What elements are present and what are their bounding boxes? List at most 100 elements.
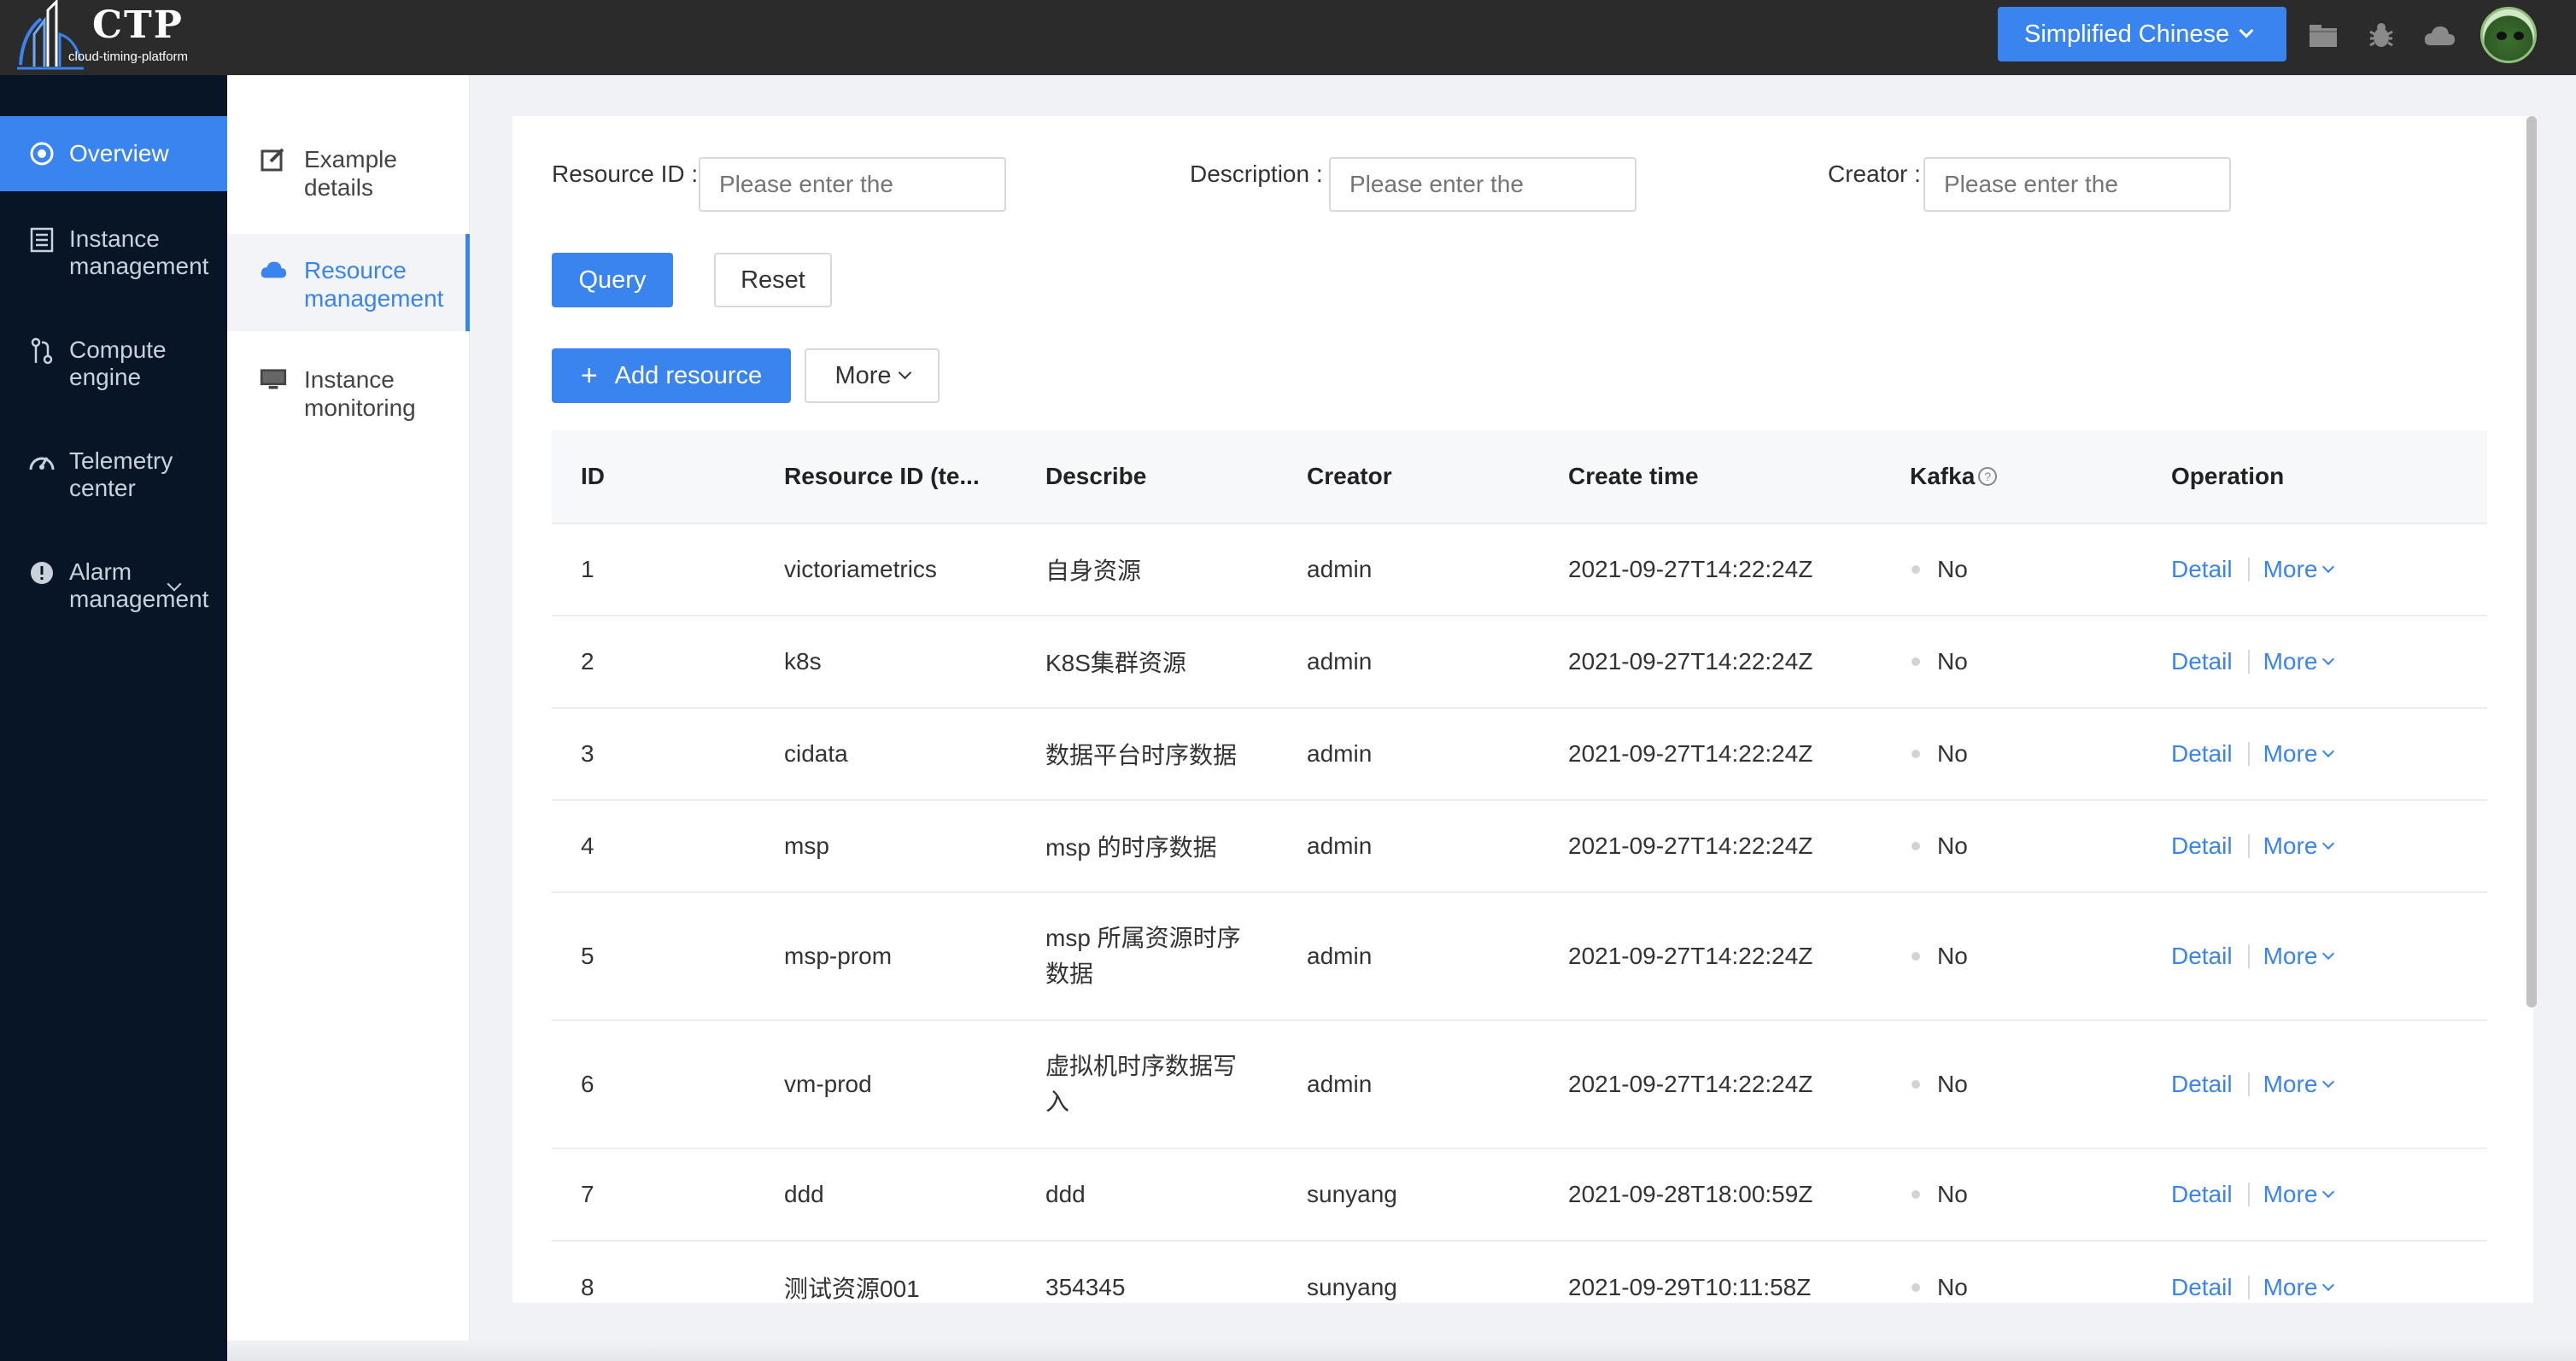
chevron-down-icon xyxy=(2322,837,2335,850)
row-more-link[interactable]: More xyxy=(2263,648,2318,675)
detail-link[interactable]: Detail xyxy=(2171,1071,2233,1098)
reset-button[interactable]: Reset xyxy=(714,253,832,307)
sidebar-item-alarm-management[interactable]: Alarm management xyxy=(0,558,227,613)
sidebar-item-compute-engine[interactable]: Compute engine xyxy=(0,336,227,391)
detail-link[interactable]: Detail xyxy=(2171,1274,2233,1301)
detail-link[interactable]: Detail xyxy=(2171,943,2233,970)
describe-line: 虚拟机时序数据写 xyxy=(1045,1053,1238,1079)
scrollbar[interactable] xyxy=(2526,116,2537,1008)
cell-creator: admin xyxy=(1307,556,1373,582)
help-icon[interactable]: ? xyxy=(1978,467,1998,486)
language-select[interactable]: Simplified Chinese xyxy=(1998,7,2286,61)
row-more-link[interactable]: More xyxy=(2263,832,2318,860)
divider xyxy=(2247,1276,2250,1300)
description-input[interactable] xyxy=(1329,157,1636,212)
cell-operation: Detail More xyxy=(2171,893,2335,1019)
table-row: 2 k8s K8S集群资源 admin 2021-09-27T14:22:24Z… xyxy=(552,616,2487,709)
more-actions-button[interactable]: More xyxy=(805,348,940,403)
cell-kafka: No xyxy=(1912,524,1968,615)
detail-link[interactable]: Detail xyxy=(2171,740,2233,768)
table-row: 5 msp-prom msp 所属资源时序 数据 admin 2021-09-2… xyxy=(552,893,2487,1021)
chevron-down-icon xyxy=(2322,1278,2335,1292)
list-icon xyxy=(27,225,56,254)
sidebar-item-telemetry-center[interactable]: Telemetry center xyxy=(0,447,227,502)
cell-describe: ddd xyxy=(1045,1181,1086,1207)
kafka-status: No xyxy=(1937,832,1968,859)
table-row: 1 victoriametrics 自身资源 admin 2021-09-27T… xyxy=(552,524,2487,616)
sidebar-item-label: Overview xyxy=(69,140,169,166)
divider xyxy=(2247,1183,2250,1206)
status-dot xyxy=(1912,1283,1920,1292)
resource-id-label: Resource ID : xyxy=(552,161,699,187)
avatar-eye xyxy=(2514,32,2524,40)
cell-id: 2 xyxy=(581,648,594,675)
cell-create-time: 2021-09-27T14:22:24Z xyxy=(1568,740,1813,767)
chevron-down-icon xyxy=(2322,1075,2335,1089)
table-row: 6 vm-prod 虚拟机时序数据写 入 admin 2021-09-27T14… xyxy=(552,1021,2487,1149)
chevron-down-icon xyxy=(898,365,911,379)
row-more-link[interactable]: More xyxy=(2263,943,2318,970)
sidebar-item-label: Telemetry center xyxy=(69,447,173,501)
table-header: ID Resource ID (te... Describe Creator C… xyxy=(552,430,2487,524)
row-more-link[interactable]: More xyxy=(2263,1181,2318,1208)
submenu-item-instance-monitoring[interactable]: Instance monitoring xyxy=(227,365,470,451)
add-resource-button[interactable]: + Add resource xyxy=(552,348,791,403)
folder-icon[interactable] xyxy=(2306,19,2340,53)
divider xyxy=(2247,742,2250,766)
status-dot xyxy=(1912,842,1920,850)
sidebar-item-label: Alarm management xyxy=(69,558,209,612)
user-avatar[interactable] xyxy=(2480,7,2537,63)
plus-icon: + xyxy=(580,359,598,392)
cell-describe: msp 的时序数据 xyxy=(1045,834,1217,861)
row-more-link[interactable]: More xyxy=(2263,1071,2318,1098)
logo-subtitle: cloud-timing-platform xyxy=(68,50,189,64)
sidebar-item-label: Compute engine xyxy=(69,336,167,390)
cell-create-time: 2021-09-28T18:00:59Z xyxy=(1568,1181,1813,1207)
divider xyxy=(2247,944,2250,968)
gauge-icon xyxy=(27,447,56,476)
sidebar-item-instance-management[interactable]: Instance management xyxy=(0,225,227,280)
alert-icon xyxy=(27,558,56,587)
logo-title: CTP xyxy=(92,3,184,47)
bug-icon[interactable] xyxy=(2364,19,2398,53)
detail-link[interactable]: Detail xyxy=(2171,648,2233,675)
cell-operation: Detail More xyxy=(2171,1021,2335,1148)
table-row: 7 ddd ddd sunyang 2021-09-28T18:00:59Z N… xyxy=(552,1149,2487,1241)
more-label: More xyxy=(834,361,892,389)
status-dot xyxy=(1912,565,1920,574)
creator-input[interactable] xyxy=(1923,157,2231,212)
page-background xyxy=(512,1303,2533,1341)
chevron-down-icon xyxy=(2322,652,2335,666)
detail-link[interactable]: Detail xyxy=(2171,832,2233,860)
cell-create-time: 2021-09-27T14:22:24Z xyxy=(1568,943,1813,969)
cell-creator: admin xyxy=(1307,648,1373,675)
submenu-item-label: Example details xyxy=(304,146,397,201)
app-logo[interactable]: CTP cloud-timing-platform xyxy=(15,0,203,72)
cell-resource-id: msp xyxy=(784,832,829,859)
query-button[interactable]: Query xyxy=(552,253,673,307)
divider xyxy=(2247,834,2250,858)
cloud-icon[interactable] xyxy=(2422,19,2456,53)
detail-link[interactable]: Detail xyxy=(2171,556,2233,583)
kafka-status: No xyxy=(1937,943,1968,969)
chevron-down-icon xyxy=(2239,23,2254,38)
submenu-item-resource-management[interactable]: Resource management xyxy=(227,234,470,331)
cell-creator: admin xyxy=(1307,943,1373,969)
row-more-link[interactable]: More xyxy=(2263,740,2318,768)
sidebar-item-label: Instance management xyxy=(69,225,209,279)
resource-id-input[interactable] xyxy=(699,157,1006,212)
submenu-item-label: Resource management xyxy=(304,257,444,312)
submenu-item-example-details[interactable]: Example details xyxy=(227,143,470,237)
row-more-link[interactable]: More xyxy=(2263,1274,2318,1301)
detail-link[interactable]: Detail xyxy=(2171,1181,2233,1208)
cell-id: 3 xyxy=(581,740,594,767)
row-more-link[interactable]: More xyxy=(2263,556,2318,583)
kafka-status: No xyxy=(1937,556,1968,582)
sidebar-item-overview[interactable]: Overview xyxy=(0,116,227,191)
status-dot xyxy=(1912,1080,1920,1089)
kafka-status: No xyxy=(1937,648,1968,675)
cloud-icon xyxy=(260,256,287,283)
divider xyxy=(2247,558,2250,581)
status-dot xyxy=(1912,1190,1920,1199)
cell-operation: Detail More xyxy=(2171,1149,2335,1240)
